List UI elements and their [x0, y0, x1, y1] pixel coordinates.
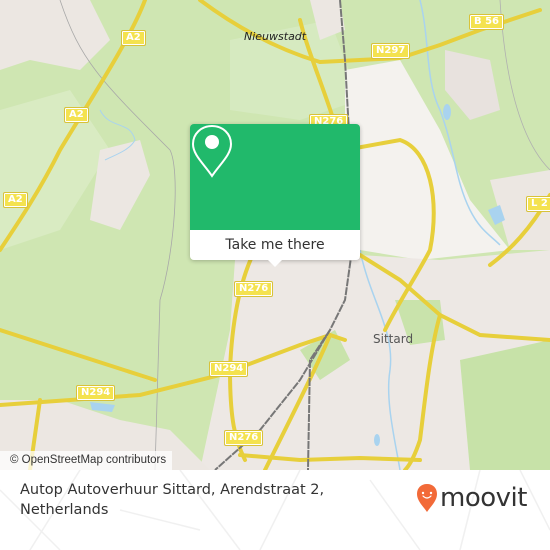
location-address: Autop Autoverhuur Sittard, Arendstraat 2…	[20, 480, 340, 520]
urban-area-north-east	[445, 50, 500, 120]
popup-pointer	[267, 259, 283, 267]
popup-header	[190, 124, 360, 230]
pond	[443, 104, 451, 120]
address-line-1: Autop Autoverhuur Sittard, Arendstraat 2…	[20, 482, 325, 498]
n297-road	[318, 8, 542, 64]
urban-area-north-west	[0, 0, 110, 70]
road-shield-l2: L 2	[526, 196, 550, 212]
minor-road	[499, 0, 550, 171]
road-shield-a2: A2	[64, 107, 89, 123]
place-label-nieuwstadt: Nieuwstadt	[244, 30, 307, 43]
road-shield-a2: A2	[3, 192, 28, 208]
map-canvas[interactable]: Nieuwstadt Sittard A2 A2 A2 B 56 N297 N2…	[0, 0, 550, 470]
map-attribution[interactable]: © OpenStreetMap contributors	[0, 451, 173, 470]
moovit-logo[interactable]: moovit	[416, 478, 527, 518]
map-pin-icon	[191, 124, 233, 178]
road-shield-n294: N294	[208, 361, 249, 377]
road-shield-n297: N297	[370, 43, 411, 59]
road-shield-b56: B 56	[468, 14, 505, 30]
pond	[90, 402, 115, 412]
road-shield-n276: N276	[223, 430, 264, 446]
address-line-2: Netherlands	[20, 502, 109, 518]
road-shield-n276: N276	[233, 281, 274, 297]
forest-south-east	[460, 340, 550, 470]
location-popup: Take me there	[190, 124, 360, 267]
moovit-brand-name: moovit	[440, 483, 527, 513]
pond	[374, 434, 380, 446]
take-me-there-button[interactable]: Take me there	[190, 230, 360, 260]
n294-west-spur	[0, 328, 157, 382]
moovit-pin-logo-icon	[417, 484, 437, 512]
place-label-sittard: Sittard	[373, 332, 414, 346]
road-shield-n294: N294	[75, 385, 116, 401]
road-shield-a2: A2	[121, 30, 146, 46]
footer-bar: Autop Autoverhuur Sittard, Arendstraat 2…	[0, 470, 550, 550]
